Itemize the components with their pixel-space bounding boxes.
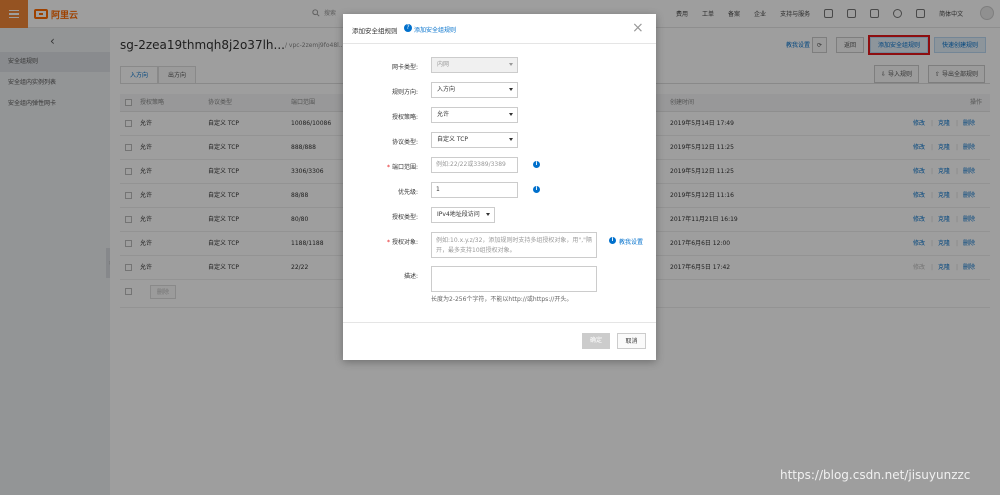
policy-label: 授权策略:: [391, 114, 418, 121]
priority-label: 优先级:: [397, 189, 418, 196]
auth-type-label: 授权类型:: [391, 214, 418, 221]
help-icon[interactable]: ?: [404, 24, 412, 32]
cancel-button[interactable]: 取消: [617, 333, 646, 349]
info-icon[interactable]: i: [533, 186, 540, 193]
info-icon[interactable]: i: [609, 237, 616, 244]
chevron-down-icon: [509, 113, 513, 116]
protocol-select[interactable]: 自定义 TCP: [431, 132, 518, 148]
dialog-help-link[interactable]: 添加安全组规则: [414, 25, 456, 34]
confirm-button[interactable]: 确定: [582, 333, 610, 349]
direction-select[interactable]: 入方向: [431, 82, 518, 98]
dialog-header: 添加安全组规则 ? 添加安全组规则 ×: [343, 14, 656, 44]
nic-type-value: 内网: [437, 61, 450, 68]
chevron-down-icon: [509, 88, 513, 91]
protocol-label: 协议类型:: [391, 139, 418, 146]
watermark: https://blog.csdn.net/jisuyunzzc: [780, 468, 971, 482]
add-rule-dialog: 添加安全组规则 ? 添加安全组规则 × 网卡类型: 内网 规则方向: 入方向 授…: [343, 14, 656, 360]
auth-object-label: * 授权对象:: [343, 237, 418, 246]
description-textarea[interactable]: [431, 266, 597, 292]
close-icon[interactable]: ×: [632, 20, 644, 36]
port-range-input[interactable]: 例如:22/22或3389/3389: [431, 157, 518, 173]
chevron-down-icon: [509, 63, 513, 66]
description-label: 描述:: [403, 273, 418, 280]
dialog-footer-divider: [343, 322, 656, 323]
teach-me-link[interactable]: 教我设置: [619, 237, 643, 246]
info-icon[interactable]: i: [533, 161, 540, 168]
auth-object-textarea[interactable]: 例如:10.x.y.z/32，添加规则时支持多组授权对象，用","隔开，最多支持…: [431, 232, 597, 258]
port-range-label-text: 端口范围:: [391, 164, 418, 171]
protocol-value: 自定义 TCP: [437, 136, 469, 143]
port-range-label: * 端口范围:: [343, 162, 418, 171]
auth-object-label-text: 授权对象:: [391, 239, 418, 246]
dialog-title: 添加安全组规则: [352, 27, 398, 35]
description-hint: 长度为2-256个字符，不能以http://或https://开头。: [431, 296, 573, 303]
policy-value: 允许: [437, 111, 450, 118]
auth-type-select[interactable]: IPv4地址段访问: [431, 207, 495, 223]
chevron-down-icon: [486, 213, 490, 216]
priority-input[interactable]: 1: [431, 182, 518, 198]
chevron-down-icon: [509, 138, 513, 141]
policy-select[interactable]: 允许: [431, 107, 518, 123]
auth-type-value: IPv4地址段访问: [437, 211, 480, 218]
direction-label: 规则方向:: [391, 89, 418, 96]
nic-type-select: 内网: [431, 57, 518, 73]
nic-type-label: 网卡类型:: [391, 64, 418, 71]
direction-value: 入方向: [437, 86, 456, 93]
